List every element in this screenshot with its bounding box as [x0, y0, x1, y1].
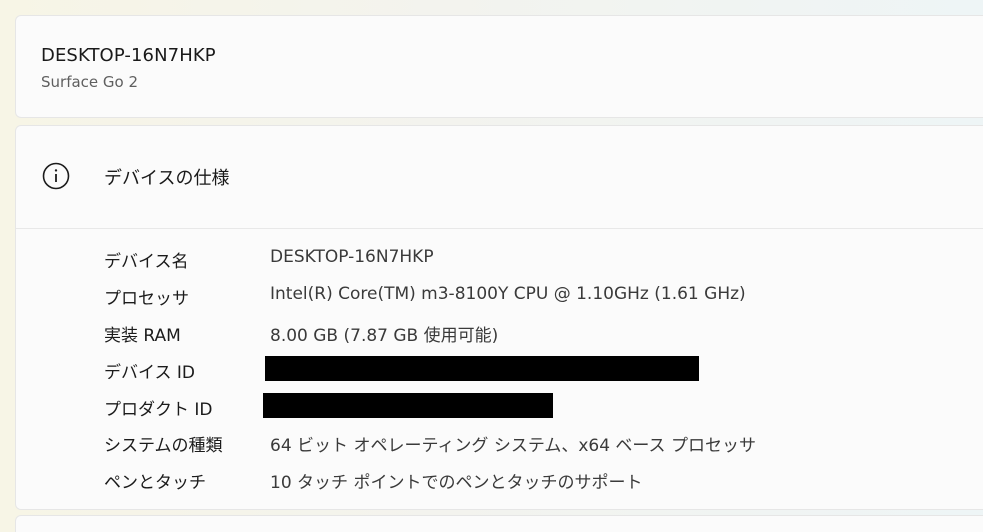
specs-title: デバイスの仕様	[104, 168, 230, 189]
spec-value[interactable]: 10 タッチ ポイントでのペンとタッチのサポート	[270, 468, 642, 493]
spec-row-device-id: デバイス ID	[104, 354, 983, 384]
spec-row-ram: 実装 RAM 8.00 GB (7.87 GB 使用可能)	[104, 317, 983, 347]
spec-label: ペンとタッチ	[104, 473, 206, 493]
spec-label: デバイス ID	[104, 363, 195, 383]
device-name: DESKTOP-16N7HKP	[41, 45, 216, 66]
redacted-value	[265, 356, 699, 381]
spec-row-device-name: デバイス名 DESKTOP-16N7HKP	[104, 243, 983, 273]
spec-row-pen-touch: ペンとタッチ 10 タッチ ポイントでのペンとタッチのサポート	[104, 464, 983, 494]
spec-label: システムの種類	[104, 436, 223, 456]
info-icon	[42, 162, 70, 190]
spec-row-product-id: プロダクト ID	[104, 391, 983, 421]
spec-label: プロダクト ID	[104, 400, 213, 420]
spec-row-processor: プロセッサ Intel(R) Core(TM) m3-8100Y CPU @ 1…	[104, 280, 983, 310]
device-name-card: DESKTOP-16N7HKP Surface Go 2	[15, 15, 983, 118]
spec-value[interactable]: Intel(R) Core(TM) m3-8100Y CPU @ 1.10GHz…	[270, 284, 746, 304]
spec-row-system-type: システムの種類 64 ビット オペレーティング システム、x64 ベース プロセ…	[104, 427, 983, 457]
spec-value[interactable]: 8.00 GB (7.87 GB 使用可能)	[270, 321, 498, 346]
device-model: Surface Go 2	[41, 73, 139, 91]
spec-label: 実装 RAM	[104, 326, 181, 346]
redacted-value	[263, 393, 553, 418]
spec-label: プロセッサ	[104, 289, 189, 309]
device-specifications-card: デバイスの仕様 デバイス名 DESKTOP-16N7HKP プロセッサ Inte…	[15, 125, 983, 510]
device-specifications-header[interactable]: デバイスの仕様	[16, 126, 983, 229]
spec-label: デバイス名	[104, 252, 189, 272]
spec-value[interactable]: 64 ビット オペレーティング システム、x64 ベース プロセッサ	[270, 431, 756, 456]
spec-value[interactable]: DESKTOP-16N7HKP	[270, 247, 434, 267]
next-settings-card	[15, 515, 983, 532]
